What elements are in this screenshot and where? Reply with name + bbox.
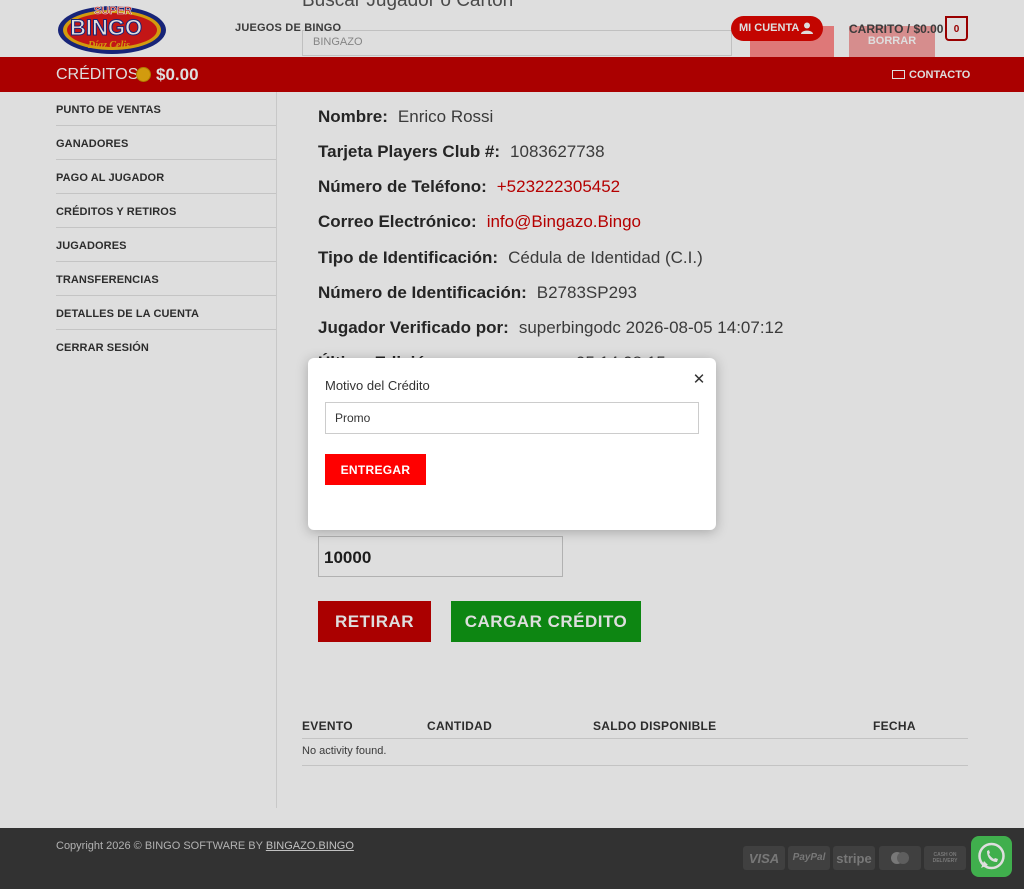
close-icon[interactable]: ✕ [692,372,706,387]
deliver-button[interactable]: ENTREGAR [325,454,426,485]
credit-reason-modal: Motivo del Crédito ✕ Promo ENTREGAR [308,358,716,530]
credit-reason-input[interactable]: Promo [325,402,699,434]
modal-title: Motivo del Crédito [325,378,430,393]
